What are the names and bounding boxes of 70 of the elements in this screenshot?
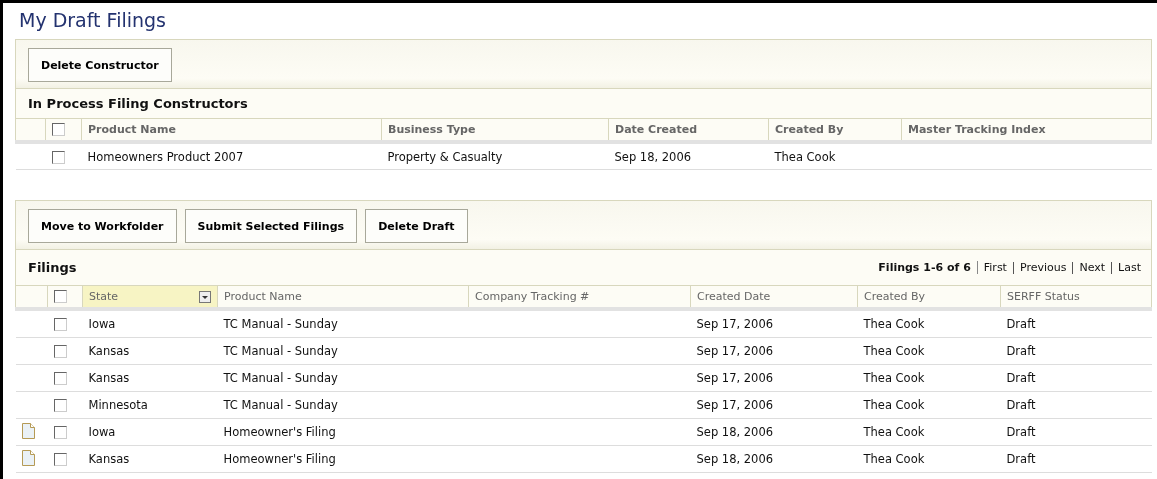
column-header[interactable]: Company Tracking # <box>468 286 691 309</box>
table-cell: Thea Cook <box>863 425 925 439</box>
checkbox[interactable] <box>53 345 67 358</box>
table-cell: Kansas <box>88 371 130 385</box>
table-cell: Sep 18, 2006 <box>696 425 774 439</box>
table-cell: TC Manual - Sunday <box>223 317 338 331</box>
section-title: In Process Filing Constructors <box>28 96 248 111</box>
checkbox[interactable] <box>53 453 67 466</box>
checkbox[interactable] <box>53 426 67 439</box>
table-cell: Kansas <box>88 344 130 358</box>
table-cell: Thea Cook <box>863 371 925 385</box>
column-header[interactable]: Master Tracking Index <box>901 119 1152 142</box>
table-cell: Iowa <box>88 317 116 331</box>
table-cell: Minnesota <box>88 398 148 412</box>
column-header[interactable]: Product Name <box>81 119 382 142</box>
table-cell: TC Manual - Sunday <box>223 344 338 358</box>
column-header[interactable]: Date Created <box>608 119 769 142</box>
column-header[interactable]: SERFF Status <box>1000 286 1152 309</box>
document-icon <box>21 449 35 466</box>
checkbox[interactable] <box>53 399 67 412</box>
pager-link[interactable]: First <box>983 261 1007 274</box>
table-cell: Kansas <box>88 452 130 466</box>
table-cell: Draft <box>1006 371 1036 385</box>
column-header[interactable]: Business Type <box>381 119 609 142</box>
checkbox[interactable] <box>53 372 67 385</box>
checkbox[interactable] <box>53 318 67 331</box>
table-cell: Property & Casualty <box>387 149 503 164</box>
table-cell: TC Manual - Sunday <box>223 371 338 385</box>
toolbar-button[interactable]: Submit Selected Filings <box>184 209 358 243</box>
table-cell: Iowa <box>88 425 116 439</box>
table-cell: Sep 17, 2006 <box>696 344 774 358</box>
section-title: Filings <box>28 260 77 275</box>
table-cell: TC Manual - Sunday <box>223 398 338 412</box>
checkbox[interactable] <box>52 123 65 137</box>
table-cell: Draft <box>1006 398 1036 412</box>
table-cell: Thea Cook <box>863 398 925 412</box>
document-icon <box>21 422 35 439</box>
column-header[interactable]: Created By <box>768 119 902 142</box>
pager-link[interactable]: Last <box>1118 261 1141 274</box>
checkbox[interactable] <box>54 290 67 304</box>
table-cell: Homeowner's Filing <box>223 452 336 466</box>
table-cell: Draft <box>1006 344 1036 358</box>
table-cell: Thea Cook <box>774 149 836 164</box>
column-header[interactable]: Created By <box>857 286 1001 309</box>
table-cell: Thea Cook <box>863 317 925 331</box>
pager-link[interactable]: Next <box>1079 261 1106 274</box>
table-cell: Thea Cook <box>863 452 925 466</box>
column-header[interactable]: Product Name <box>217 286 469 309</box>
checkbox[interactable] <box>51 150 65 164</box>
column-header[interactable]: State <box>82 286 218 309</box>
dropdown-icon[interactable] <box>199 290 211 303</box>
page-summary: Filings 1-6 of 6 <box>878 261 978 274</box>
column-header[interactable]: Created Date <box>690 286 858 309</box>
table-cell: Draft <box>1006 452 1036 466</box>
toolbar-button[interactable]: Delete Constructor <box>28 48 172 82</box>
toolbar-button[interactable]: Move to Workfolder <box>28 209 177 243</box>
table-cell: Sep 18, 2006 <box>696 452 774 466</box>
table-cell: Sep 17, 2006 <box>696 398 774 412</box>
column-label: State <box>89 290 119 303</box>
table-cell: Homeowners Product 2007 <box>87 149 244 164</box>
table-cell: Draft <box>1006 317 1036 331</box>
table-cell: Sep 17, 2006 <box>696 317 774 331</box>
toolbar-button[interactable]: Delete Draft <box>365 209 468 243</box>
table-cell: Thea Cook <box>863 344 925 358</box>
table-cell: Homeowner's Filing <box>223 425 336 439</box>
pager-link[interactable]: Previous <box>1019 261 1067 274</box>
table-cell: Sep 18, 2006 <box>614 149 692 164</box>
page-title: My Draft Filings <box>19 9 167 31</box>
table-cell: Sep 17, 2006 <box>696 371 774 385</box>
table-cell: Draft <box>1006 425 1036 439</box>
